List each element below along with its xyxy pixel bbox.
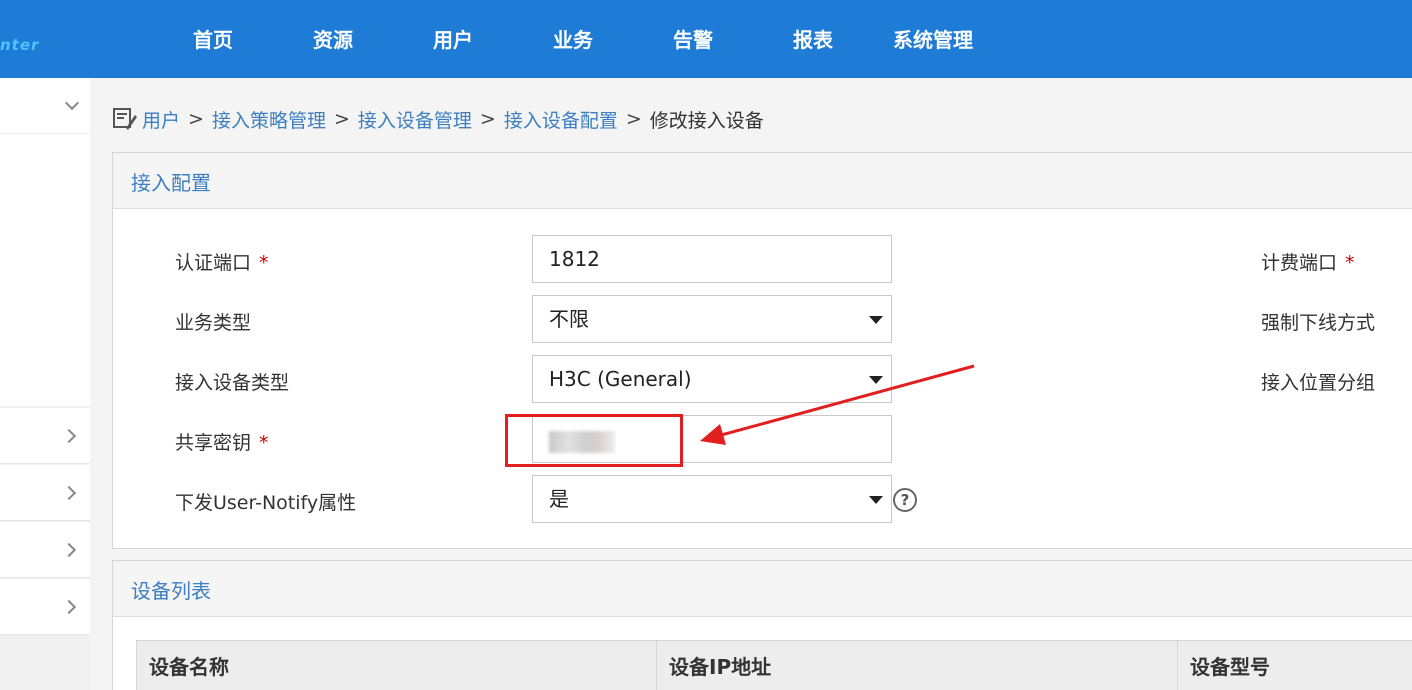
service-type-label: 业务类型 [175, 312, 252, 334]
user-notify-label: 下发User-Notify属性 [175, 492, 357, 514]
column-device-model[interactable]: 设备型号 [1178, 641, 1412, 690]
sidebar-section-body [0, 134, 90, 406]
panel-title: 设备列表 [131, 579, 211, 603]
chevron-right-icon [61, 485, 77, 501]
chevron-right-icon [61, 542, 77, 558]
auth-port-label: 认证端口 * [175, 252, 269, 274]
top-nav-bar: nter 首页 资源 用户 业务 告警 报表 系统管理 [0, 0, 1412, 78]
location-group-label: 接入位置分组 [1261, 372, 1376, 394]
access-config-header: 接入配置 [113, 153, 1412, 209]
sidebar-item-3[interactable] [0, 522, 90, 578]
chevron-right-icon [61, 599, 77, 615]
auth-port-input[interactable]: 1812 [532, 235, 892, 283]
annotation-highlight-box [505, 414, 683, 467]
nav-reports[interactable]: 报表 [793, 26, 833, 54]
service-type-select[interactable]: 不限 [532, 295, 892, 343]
app-window: nter 首页 资源 用户 业务 告警 报表 系统管理 用户 > 接入策略管理 … [0, 0, 1412, 690]
device-list-header: 设备列表 [113, 561, 1412, 617]
breadcrumb-users[interactable]: 用户 [142, 106, 180, 133]
breadcrumb-access-device-mgmt[interactable]: 接入设备管理 [358, 106, 472, 133]
dropdown-arrow-icon [869, 316, 883, 324]
sidebar-item-4[interactable] [0, 579, 90, 635]
device-type-label: 接入设备类型 [175, 372, 290, 394]
shared-key-label: 共享密钥 * [175, 432, 269, 454]
nav-alarms[interactable]: 告警 [673, 26, 713, 54]
logo: nter [0, 36, 40, 54]
acct-port-label: 计费端口 * [1261, 252, 1355, 274]
sidebar-item-2[interactable] [0, 465, 90, 521]
nav-business[interactable]: 业务 [553, 26, 593, 54]
sidebar [0, 78, 90, 690]
sidebar-section-header[interactable] [0, 78, 90, 133]
sidebar-item-1[interactable] [0, 408, 90, 464]
nav-home[interactable]: 首页 [193, 26, 233, 54]
force-offline-label: 强制下线方式 [1261, 312, 1376, 334]
breadcrumb-current: 修改接入设备 [649, 109, 764, 132]
nav-resources[interactable]: 资源 [313, 26, 353, 54]
column-device-ip[interactable]: 设备IP地址 [657, 641, 1178, 690]
panel-title: 接入配置 [131, 171, 211, 195]
dropdown-arrow-icon [869, 496, 883, 504]
device-table-header: 设备名称 设备IP地址 设备型号 [136, 640, 1412, 690]
nav-users[interactable]: 用户 [433, 26, 473, 54]
breadcrumb-access-device-config[interactable]: 接入设备配置 [504, 106, 618, 133]
dropdown-arrow-icon [869, 376, 883, 384]
chevron-right-icon [61, 428, 77, 444]
column-device-name[interactable]: 设备名称 [137, 641, 657, 690]
help-icon[interactable]: ? [893, 488, 917, 512]
nav-system-management[interactable]: 系统管理 [893, 26, 973, 54]
user-notify-select[interactable]: 是 [532, 475, 892, 523]
breadcrumb: 用户 > 接入策略管理 > 接入设备管理 > 接入设备配置 > 修改接入设备 [112, 104, 764, 134]
breadcrumb-edit-icon [113, 108, 137, 130]
chevron-down-icon[interactable] [64, 95, 80, 111]
breadcrumb-access-policy[interactable]: 接入策略管理 [212, 106, 326, 133]
device-type-select[interactable]: H3C (General) [532, 355, 892, 403]
